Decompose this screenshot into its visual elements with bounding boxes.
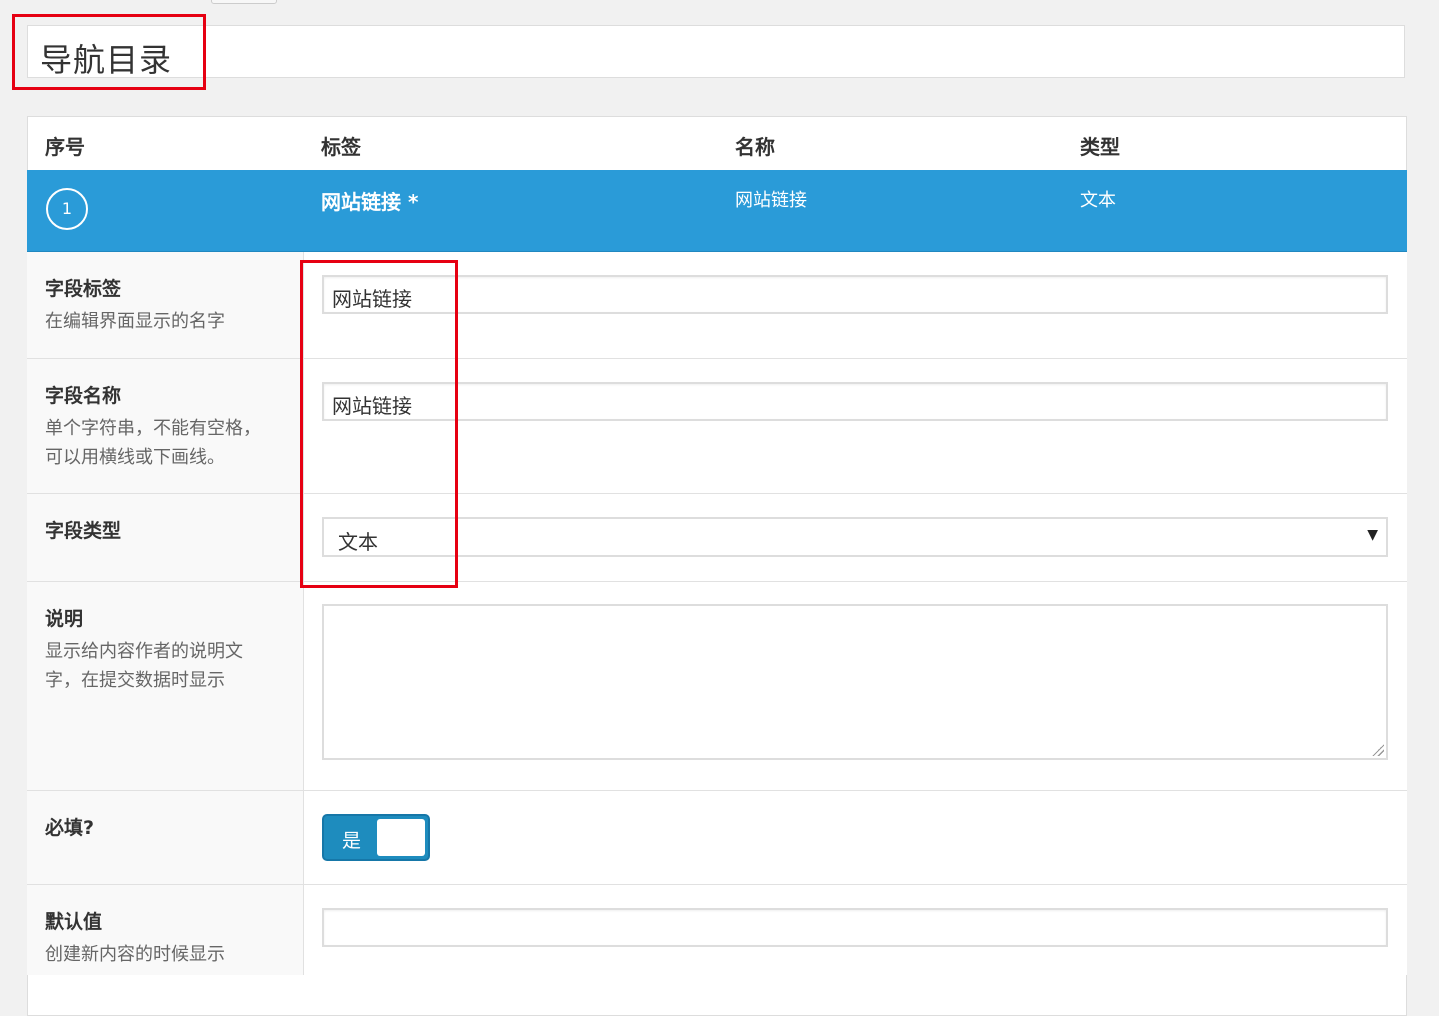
dropdown-arrow-icon: ▼ <box>1367 527 1378 543</box>
field-group-title: 导航目录 <box>40 41 173 79</box>
field-group-title-input[interactable]: 导航目录 <box>27 25 1405 79</box>
setting-field-name-value: 网站链接 <box>304 359 1407 494</box>
setting-required-value: 是 <box>304 791 1407 885</box>
setting-title: 字段标签 <box>45 278 122 300</box>
default-value-input[interactable] <box>322 908 1388 947</box>
setting-title: 字段类型 <box>45 520 122 542</box>
setting-title: 说明 <box>45 608 84 630</box>
setting-title: 默认值 <box>45 911 103 933</box>
setting-instructions-value <box>304 582 1407 791</box>
setting-field-type-value: 文本 ▼ <box>304 494 1407 582</box>
setting-description-line2: 字，在提交数据时显示 <box>45 670 225 691</box>
column-header-type: 类型 <box>1080 135 1120 159</box>
setting-field-name: 字段名称 单个字符串，不能有空格， 可以用横线或下画线。 <box>27 359 304 494</box>
field-row-label[interactable]: 网站链接 * <box>321 186 418 215</box>
column-header-label: 标签 <box>321 135 361 159</box>
required-toggle[interactable]: 是 <box>322 814 430 861</box>
field-type-select[interactable]: 文本 ▼ <box>322 517 1388 557</box>
field-row-active[interactable]: 1 网站链接 * 网站链接 文本 <box>27 170 1407 252</box>
setting-field-label: 字段标签 在编辑界面显示的名字 <box>27 252 304 359</box>
column-header-name: 名称 <box>735 135 775 159</box>
column-header-order: 序号 <box>45 135 85 159</box>
setting-description: 在编辑界面显示的名字 <box>45 311 225 332</box>
setting-description: 创建新内容的时候显示 <box>45 944 225 965</box>
field-name-input[interactable]: 网站链接 <box>322 382 1388 421</box>
resize-grip-icon[interactable] <box>1372 744 1384 756</box>
setting-field-type: 字段类型 <box>27 494 304 582</box>
setting-default-value-value <box>304 885 1407 975</box>
setting-default-value: 默认值 创建新内容的时候显示 <box>27 885 304 975</box>
toggle-knob <box>377 819 425 856</box>
field-order-badge[interactable]: 1 <box>46 188 88 230</box>
field-row-type: 文本 <box>1080 190 1116 211</box>
instructions-textarea[interactable] <box>322 604 1388 760</box>
setting-description-line2: 可以用横线或下画线。 <box>45 447 225 468</box>
setting-title: 必填? <box>45 817 95 839</box>
setting-description-line1: 显示给内容作者的说明文 <box>45 641 243 662</box>
setting-field-label-value: 网站链接 <box>304 252 1407 359</box>
toggle-on-label: 是 <box>342 830 362 852</box>
setting-title: 字段名称 <box>45 385 122 407</box>
setting-required: 必填? <box>27 791 304 885</box>
field-row-name: 网站链接 <box>735 190 807 211</box>
top-button-stub[interactable] <box>211 0 277 4</box>
field-type-selected: 文本 <box>338 530 378 554</box>
field-label-input[interactable]: 网站链接 <box>322 275 1388 314</box>
setting-instructions: 说明 显示给内容作者的说明文 字，在提交数据时显示 <box>27 582 304 791</box>
setting-description-line1: 单个字符串，不能有空格， <box>45 418 261 439</box>
